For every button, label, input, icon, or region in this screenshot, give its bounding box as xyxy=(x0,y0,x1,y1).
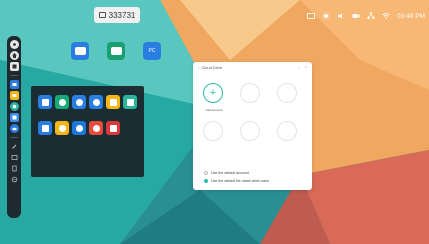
app-tile-10[interactable] xyxy=(89,121,103,135)
back-arrow-icon[interactable]: ‹ xyxy=(198,65,199,70)
folder-yellow-icon[interactable] xyxy=(9,91,19,100)
app-tile-6[interactable] xyxy=(123,95,137,109)
cast-icon[interactable] xyxy=(307,12,316,20)
room-number: 333731 xyxy=(108,10,136,20)
option-default-filename[interactable]: Use the default file name when save xyxy=(204,179,269,183)
option-default-account-label: Use the default account xyxy=(211,171,249,175)
account-slot[interactable] xyxy=(240,121,260,141)
window-icon[interactable] xyxy=(9,62,19,71)
status-bar: 03:48 PM xyxy=(307,10,425,22)
app-icon xyxy=(126,98,134,106)
wifi-icon[interactable] xyxy=(382,12,390,20)
app-icon xyxy=(92,98,100,106)
close-icon[interactable]: × xyxy=(305,64,307,69)
clock: 03:48 PM xyxy=(397,12,425,20)
pen-icon[interactable] xyxy=(10,142,19,151)
more-icon[interactable] xyxy=(10,175,19,184)
option-default-filename-label: Use the default file name when save xyxy=(211,179,269,183)
radio-default-account[interactable] xyxy=(204,171,208,175)
account-slot[interactable] xyxy=(240,83,260,103)
app-tile-4[interactable] xyxy=(89,95,103,109)
add-account-label: Add Account xyxy=(205,108,223,112)
app-icon xyxy=(58,124,66,132)
folder-icon[interactable] xyxy=(9,80,19,89)
gear-icon xyxy=(75,124,83,132)
app-icon xyxy=(41,98,49,106)
minimize-icon[interactable]: – xyxy=(298,64,300,69)
cloud-drive-window: ‹ Cloud Drive – × + Add Account Use the … xyxy=(193,62,312,190)
app-tile-9[interactable] xyxy=(72,121,86,135)
app-drawer xyxy=(31,86,144,177)
app-tile-7[interactable] xyxy=(38,121,52,135)
window-title-bar: ‹ Cloud Drive xyxy=(198,65,222,70)
file-icon[interactable] xyxy=(10,164,19,173)
desktop-shortcut-1[interactable] xyxy=(71,42,89,60)
image-icon xyxy=(110,47,122,55)
camera-icon[interactable] xyxy=(352,12,360,20)
app-icon xyxy=(92,124,100,132)
screen-icon[interactable] xyxy=(10,153,19,162)
chat-icon xyxy=(74,47,86,55)
volume-icon[interactable] xyxy=(337,12,345,20)
screen-share-icon xyxy=(98,12,106,18)
app-icon xyxy=(75,98,83,106)
app-tile-11[interactable] xyxy=(106,121,120,135)
room-number-badge[interactable]: 333731 xyxy=(94,7,140,23)
left-dock xyxy=(7,36,21,218)
app-tile-3[interactable] xyxy=(72,95,86,109)
radio-default-filename[interactable] xyxy=(204,179,208,183)
app-tile-5[interactable] xyxy=(106,95,120,109)
whiteboard-icon[interactable] xyxy=(9,113,19,122)
option-default-account[interactable]: Use the default account xyxy=(204,171,249,175)
desktop-shortcut-3[interactable]: PC xyxy=(143,42,161,60)
account-slot[interactable] xyxy=(203,121,223,141)
network-icon[interactable] xyxy=(367,12,375,20)
app-tile-2[interactable] xyxy=(55,95,69,109)
account-slot[interactable] xyxy=(277,83,297,103)
brightness-icon[interactable] xyxy=(322,12,330,20)
app-tile-8[interactable] xyxy=(55,121,69,135)
browser-icon[interactable] xyxy=(9,102,19,111)
app-icon xyxy=(41,124,49,132)
cloud-icon[interactable] xyxy=(9,124,19,133)
dock-divider xyxy=(10,75,18,76)
dock-divider xyxy=(10,137,18,138)
account-slot[interactable] xyxy=(277,121,297,141)
window-title: Cloud Drive xyxy=(201,65,223,70)
settings-icon[interactable] xyxy=(9,40,19,49)
app-icon xyxy=(58,98,66,106)
office-icon xyxy=(109,124,117,132)
desktop-shortcut-2[interactable] xyxy=(107,42,125,60)
home-icon[interactable] xyxy=(9,51,19,60)
pc-icon: PC xyxy=(148,48,156,54)
add-account-button[interactable]: + xyxy=(203,83,223,103)
folder-icon xyxy=(109,98,117,106)
app-tile-1[interactable] xyxy=(38,95,52,109)
